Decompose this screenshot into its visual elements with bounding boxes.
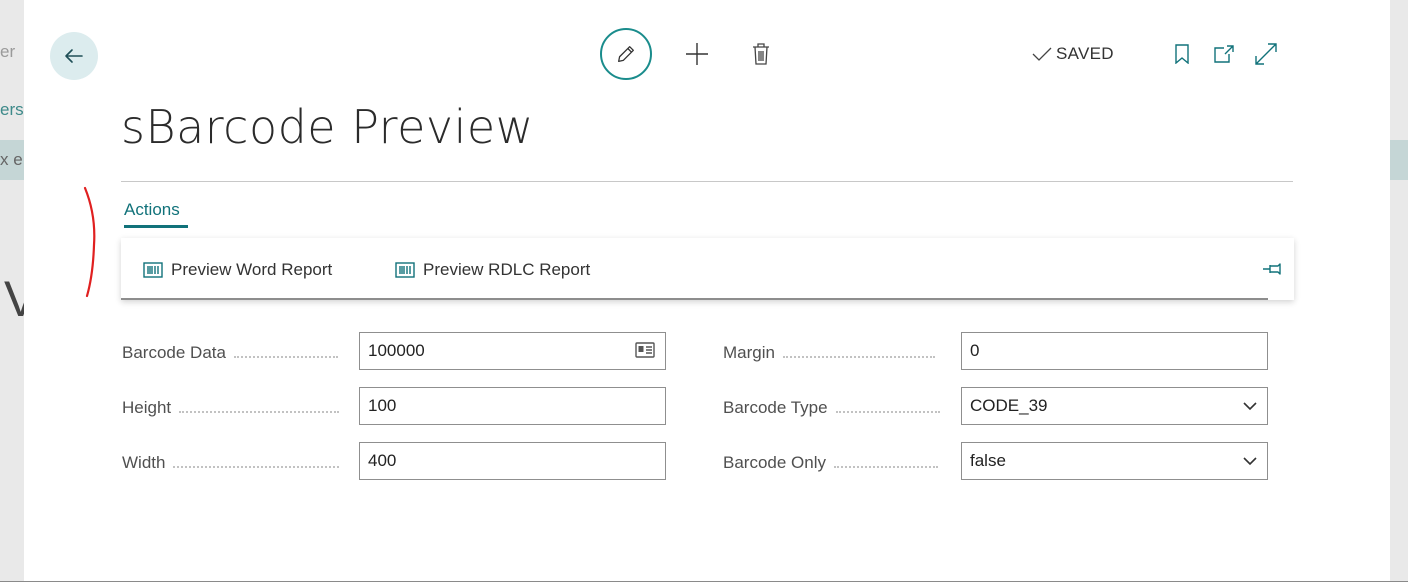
edit-button[interactable] [600,28,652,80]
label-leader [782,356,935,358]
action-bar: Preview Word Report Preview RDLC Report [121,238,1294,300]
tab-actions[interactable]: Actions [124,200,180,220]
open-new-window-button[interactable] [1212,42,1236,66]
field-label-text: Margin [723,343,775,362]
pin-button[interactable] [1262,262,1284,281]
saved-status: SAVED [1032,44,1114,64]
bookmark-button[interactable] [1170,42,1194,66]
action-label: Preview Word Report [171,260,333,279]
label-leader [179,411,340,413]
contact-card-icon [635,342,655,358]
label-leader [233,356,338,358]
label-leader [834,466,938,468]
background-page-right [1390,0,1408,582]
dropdown-toggle[interactable] [1243,402,1257,411]
margin-field[interactable]: 0 [961,332,1268,370]
barcode-icon [395,262,415,278]
field-value: 400 [368,451,397,470]
field-value: 100 [368,396,397,415]
title-divider [121,181,1293,182]
barcode-type-label: Barcode Type [723,398,940,418]
expand-button[interactable] [1254,42,1278,66]
background-band [1390,140,1408,180]
height-field[interactable]: 100 [359,387,666,425]
expand-icon [1255,43,1277,65]
dropdown-toggle[interactable] [1243,457,1257,466]
new-button[interactable] [682,39,712,69]
page-toolbar [600,28,776,80]
field-label-text: Barcode Data [122,343,226,362]
chevron-down-icon [1243,402,1257,411]
field-label-text: Barcode Type [723,398,828,417]
label-leader [835,411,940,413]
preview-rdlc-report-button[interactable]: Preview RDLC Report [395,260,590,280]
barcode-data-label: Barcode Data [122,343,338,363]
tab-actions-underline [124,225,188,228]
plus-icon [686,43,708,65]
annotation-mark [83,186,96,298]
delete-button[interactable] [746,39,776,69]
width-label: Width [122,453,340,473]
barcode-icon [143,262,163,278]
action-label: Preview RDLC Report [423,260,591,279]
arrow-left-icon [65,49,83,63]
saved-status-label: SAVED [1056,44,1114,63]
bookmark-icon [1175,44,1189,64]
label-leader [173,466,340,468]
header-right-icons [1170,42,1296,66]
background-text-fragment: ers [0,100,24,119]
background-text-fragment: V [4,271,24,327]
width-field[interactable]: 400 [359,442,666,480]
chevron-down-icon [1243,457,1257,466]
select-value: CODE_39 [970,396,1048,415]
field-label-text: Width [122,453,166,472]
pencil-icon [618,46,634,62]
field-value: 0 [970,341,980,360]
check-icon [1032,47,1052,61]
action-bar-divider [121,298,1268,300]
barcode-only-label: Barcode Only [723,453,938,473]
background-text-fragment: er [0,42,16,61]
select-value: false [970,451,1006,470]
page-title: sBarcode Preview [121,100,534,154]
background-page-left: er ers x e V [0,0,24,582]
field-label-text: Barcode Only [723,453,826,472]
preview-word-report-button[interactable]: Preview Word Report [143,260,332,280]
margin-label: Margin [723,343,935,363]
lookup-button[interactable] [635,342,655,358]
barcode-type-select[interactable]: CODE_39 [961,387,1268,425]
back-button[interactable] [50,32,98,80]
barcode-only-select[interactable]: false [961,442,1268,480]
barcode-data-field[interactable]: 100000 [359,332,666,370]
pin-icon [1263,263,1281,275]
field-label-text: Height [122,398,172,417]
field-value: 100000 [368,341,425,360]
trash-icon [753,43,769,65]
background-text-fragment: x e [0,150,23,169]
height-label: Height [122,398,340,418]
open-in-new-window-icon [1214,45,1234,63]
